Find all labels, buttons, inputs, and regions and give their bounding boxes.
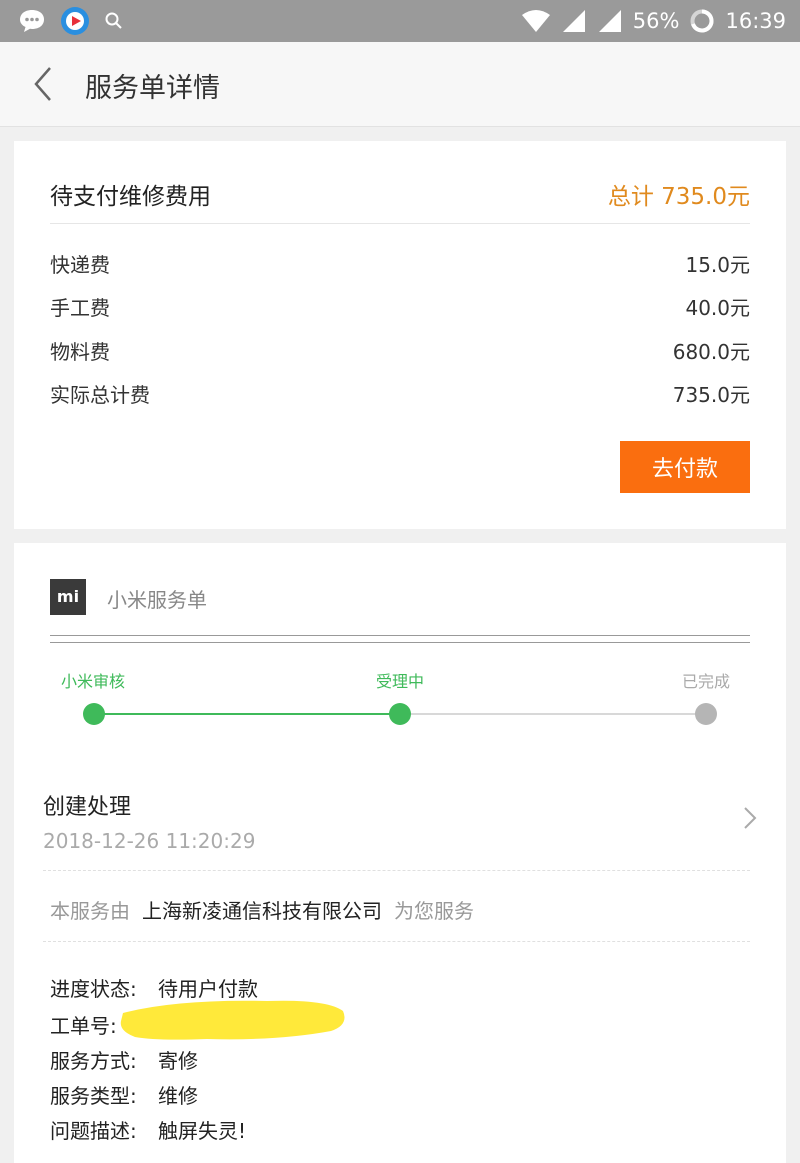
service-order-card: mi 小米服务单 小米审核 受理中 已完成 创建处理 2018-12-26 11… xyxy=(14,543,786,1163)
detail-value: 维修 xyxy=(158,1084,198,1108)
status-bar: 56% 16:39 xyxy=(0,0,800,42)
fee-row: 快递费 15.0元 xyxy=(50,249,750,279)
fee-value: 680.0元 xyxy=(672,340,750,364)
fee-value: 15.0元 xyxy=(685,253,750,277)
progress-line-pending xyxy=(400,713,706,715)
detail-row: 服务方式: 寄修 xyxy=(50,1045,198,1075)
detail-label: 服务方式: xyxy=(50,1049,137,1073)
fee-total: 总计 735.0元 xyxy=(607,184,750,210)
detail-label: 问题描述: xyxy=(50,1119,137,1143)
detail-value: 寄修 xyxy=(158,1049,198,1073)
record-title[interactable]: 创建处理 xyxy=(43,789,131,821)
status-time: 16:39 xyxy=(725,9,786,33)
pay-button[interactable]: 去付款 xyxy=(620,441,750,493)
fee-label: 实际总计费 xyxy=(50,383,150,407)
status-bar-left xyxy=(18,6,124,36)
battery-percent: 56% xyxy=(632,9,680,33)
step-label: 小米审核 xyxy=(61,672,126,691)
fee-value: 40.0元 xyxy=(685,296,750,320)
mi-logo-text: mi xyxy=(56,587,80,606)
detail-row: 服务类型: 维修 xyxy=(50,1080,198,1110)
provider-suffix: 为您服务 xyxy=(394,899,474,923)
record-time: 2018-12-26 11:20:29 xyxy=(43,829,256,853)
page-header: 服务单详情 xyxy=(0,42,800,127)
divider xyxy=(43,870,750,871)
fee-row: 实际总计费 735.0元 xyxy=(50,379,750,409)
detail-label: 服务类型: xyxy=(50,1084,137,1108)
fee-row: 手工费 40.0元 xyxy=(50,292,750,322)
signal-icon xyxy=(598,10,621,32)
chevron-right-icon[interactable] xyxy=(742,805,758,831)
search-icon xyxy=(105,12,122,29)
service-order-title: 小米服务单 xyxy=(107,588,207,612)
fee-label: 物料费 xyxy=(50,340,110,364)
step-label: 已完成 xyxy=(682,672,731,691)
highlighter-redaction xyxy=(120,1000,345,1040)
fee-card: 待支付维修费用 总计 735.0元 快递费 15.0元 手工费 40.0元 物料… xyxy=(14,141,786,529)
step-dot-done xyxy=(389,703,411,725)
fee-label: 快递费 xyxy=(50,253,110,277)
detail-value: 触屏失灵! xyxy=(158,1119,247,1143)
fee-label: 手工费 xyxy=(50,296,110,320)
status-bar-right: 56% 16:39 xyxy=(521,0,786,42)
step-dot-done xyxy=(83,703,105,725)
detail-row: 工单号: xyxy=(50,1010,120,1040)
step-label: 受理中 xyxy=(376,672,425,691)
mi-logo: mi xyxy=(50,579,86,615)
chat-bubble-icon xyxy=(20,10,44,32)
page-title: 服务单详情 xyxy=(85,73,220,104)
provider-company: 上海新凌通信科技有限公司 xyxy=(142,899,382,923)
fee-card-title: 待支付维修费用 xyxy=(50,184,211,210)
wifi-icon xyxy=(521,10,550,32)
fee-row: 物料费 680.0元 xyxy=(50,336,750,366)
divider xyxy=(50,223,750,224)
video-app-icon xyxy=(61,7,89,35)
detail-row: 问题描述: 触屏失灵! xyxy=(50,1115,246,1145)
provider-line: 本服务由 上海新凌通信科技有限公司 为您服务 xyxy=(50,895,474,924)
signal-icon xyxy=(562,10,585,32)
detail-label: 工单号: xyxy=(50,1014,117,1038)
chevron-left-icon[interactable] xyxy=(30,64,56,104)
step-dot-pending xyxy=(695,703,717,725)
divider xyxy=(50,635,750,643)
fee-value: 735.0元 xyxy=(672,383,750,407)
provider-prefix: 本服务由 xyxy=(50,899,130,923)
progress-line-done xyxy=(94,713,400,715)
divider xyxy=(43,941,750,942)
battery-ring-icon xyxy=(690,9,714,33)
